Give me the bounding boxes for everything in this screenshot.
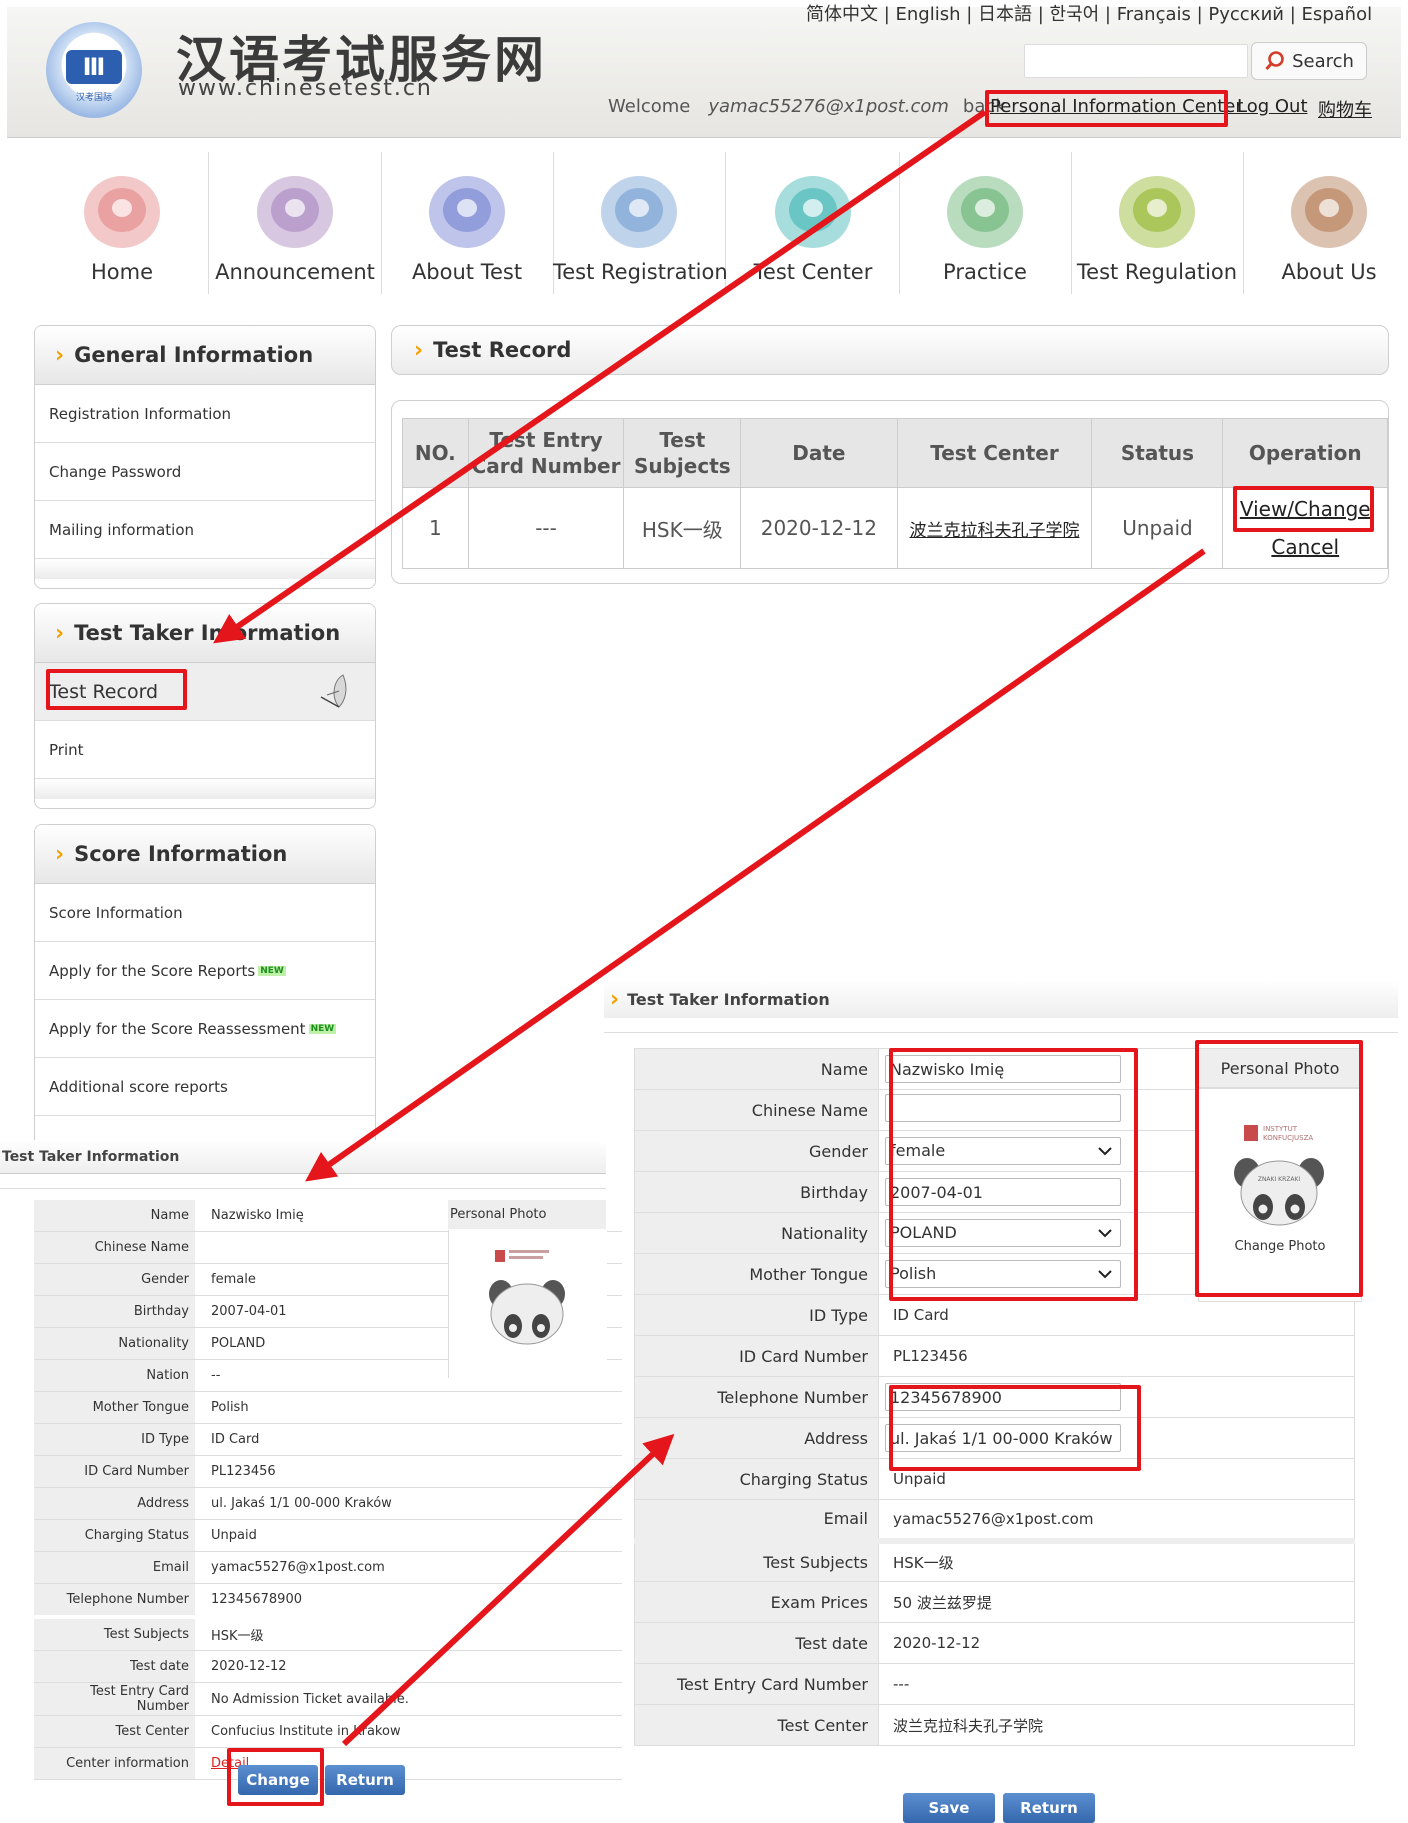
arrow-to-test-record: [213, 109, 987, 644]
arrow-to-big-form: [341, 1433, 675, 1747]
annotation-arrows: [213, 109, 1206, 1747]
arrow-to-mini-form: [305, 548, 1206, 1182]
